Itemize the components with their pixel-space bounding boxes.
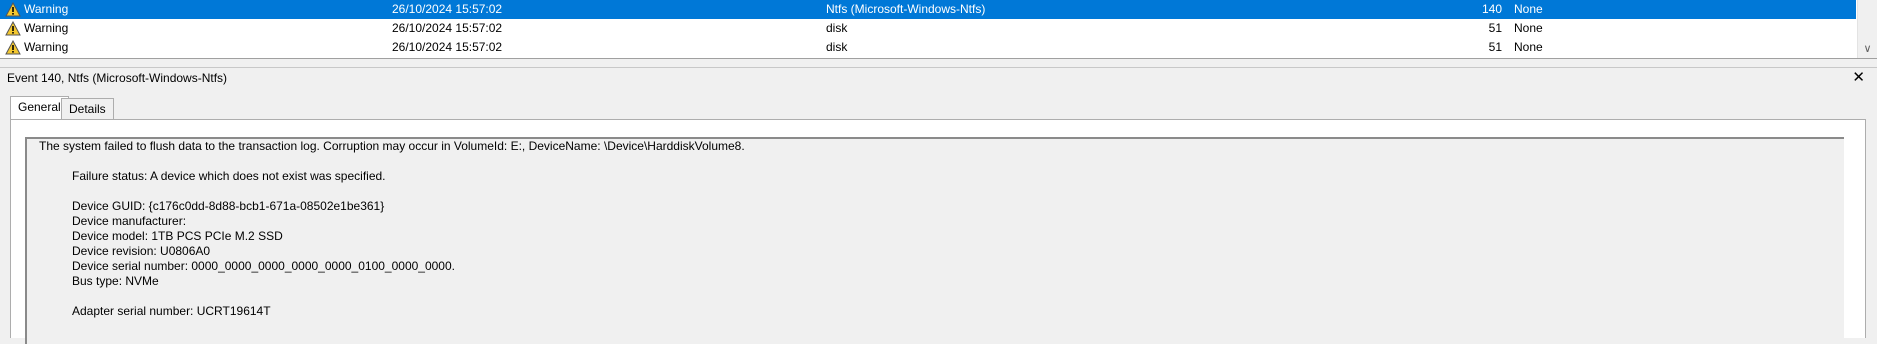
device-serial-number: Device serial number: 0000_0000_0000_000… <box>72 259 455 273</box>
event-source: disk <box>826 21 848 35</box>
event-level: Warning <box>24 2 69 16</box>
event-level: Warning <box>24 21 69 35</box>
event-description[interactable]: The system failed to flush data to the t… <box>25 137 1844 344</box>
device-revision: Device revision: U0806A0 <box>72 244 211 258</box>
device-model: Device model: 1TB PCS PCIe M.2 SSD <box>72 229 283 243</box>
event-date: 26/10/2024 15:57:02 <box>392 40 503 54</box>
adapter-serial-number: Adapter serial number: UCRT19614T <box>72 304 271 318</box>
event-date: 26/10/2024 15:57:02 <box>392 21 503 35</box>
event-level: Warning <box>24 40 69 54</box>
device-guid: Device GUID: {c176c0dd-8d88-bcb1-671a-08… <box>72 199 385 213</box>
tab-details[interactable]: Details <box>61 98 114 120</box>
event-source: Ntfs (Microsoft-Windows-Ntfs) <box>826 2 986 16</box>
device-manufacturer: Device manufacturer: <box>72 214 187 228</box>
event-row[interactable]: Warning 26/10/2024 15:57:02 disk 51 None <box>0 19 1856 38</box>
event-task: None <box>1514 2 1543 16</box>
close-icon[interactable]: ✕ <box>1852 68 1865 88</box>
event-id: 51 <box>1488 21 1502 35</box>
vertical-scrollbar[interactable]: ∨ <box>1857 0 1877 58</box>
event-row[interactable]: Warning 26/10/2024 15:57:02 disk 51 None <box>0 38 1856 57</box>
warning-icon <box>5 21 21 36</box>
event-row[interactable]: Warning 26/10/2024 15:57:02 Ntfs (Micros… <box>0 0 1856 19</box>
warning-icon <box>5 2 21 17</box>
detail-pane-title: Event 140, Ntfs (Microsoft-Windows-Ntfs) <box>7 71 228 85</box>
general-tab-panel: The system failed to flush data to the t… <box>10 119 1866 344</box>
event-task: None <box>1514 21 1543 35</box>
description-line: The system failed to flush data to the t… <box>39 139 745 153</box>
event-task: None <box>1514 40 1543 54</box>
chevron-down-icon[interactable]: ∨ <box>1858 41 1877 58</box>
failure-status: Failure status: A device which does not … <box>72 169 386 183</box>
bus-type: Bus type: NVMe <box>72 274 159 288</box>
event-date: 26/10/2024 15:57:02 <box>392 2 503 16</box>
event-id: 51 <box>1488 40 1502 54</box>
detail-pane-header: Event 140, Ntfs (Microsoft-Windows-Ntfs)… <box>0 67 1877 88</box>
event-id: 140 <box>1481 2 1502 16</box>
warning-icon <box>5 40 21 55</box>
event-list[interactable]: Warning 26/10/2024 15:57:02 Ntfs (Micros… <box>0 0 1877 59</box>
tab-general[interactable]: General <box>10 96 69 120</box>
event-source: disk <box>826 40 848 54</box>
